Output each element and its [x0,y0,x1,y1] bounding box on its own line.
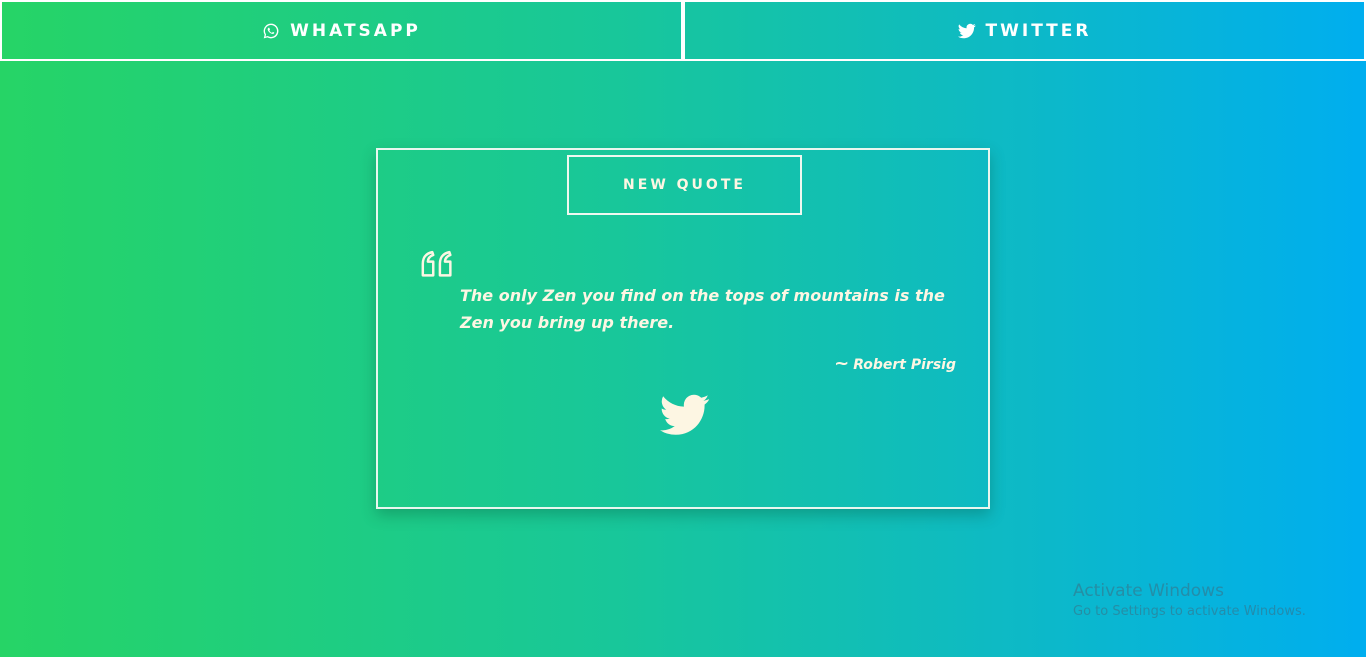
activate-windows-watermark: Activate Windows Go to Settings to activ… [1073,580,1306,622]
tweet-quote-twitter-icon[interactable] [660,394,710,436]
whatsapp-label: WHATSAPP [290,20,421,41]
quote-text: The only Zen you find on the tops of mou… [460,286,945,332]
twitter-icon [957,22,976,40]
share-bar: WHATSAPP TWITTER [0,0,1366,61]
quote-author: ~ Robert Pirsig [834,353,956,374]
new-quote-label: NEW QUOTE [623,177,746,193]
quote-card: NEW QUOTE The only Zen you find on the t… [376,148,990,509]
author-name: Robert Pirsig [853,357,956,373]
watermark-title: Activate Windows [1073,581,1224,601]
author-prefix: ~ [834,353,850,374]
twitter-share-button[interactable]: TWITTER [683,0,1366,61]
watermark-subtitle: Go to Settings to activate Windows. [1073,604,1306,619]
twitter-label: TWITTER [985,20,1092,41]
whatsapp-icon [262,22,280,40]
whatsapp-share-button[interactable]: WHATSAPP [0,0,683,61]
new-quote-button[interactable]: NEW QUOTE [567,155,802,215]
quote-left-icon [419,248,457,280]
